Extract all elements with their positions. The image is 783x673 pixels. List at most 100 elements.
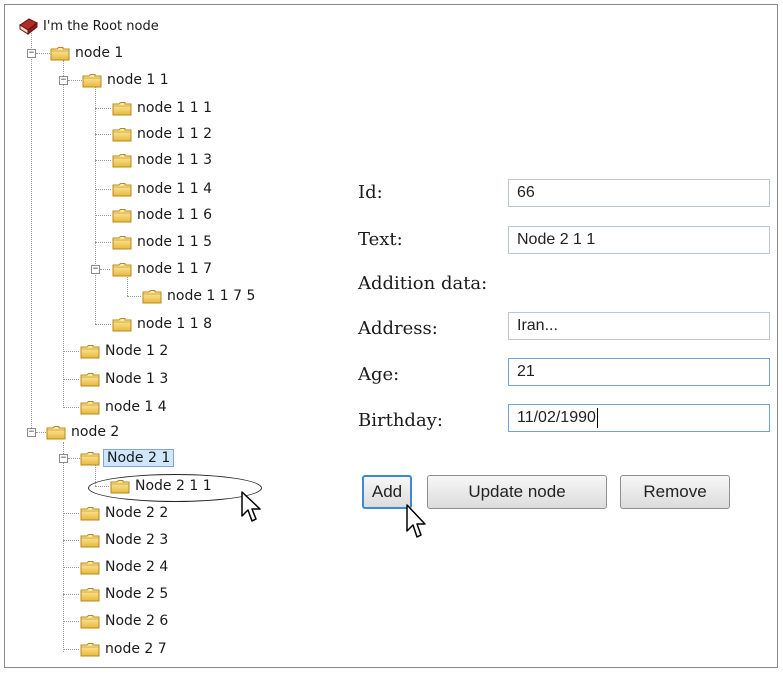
tree-node[interactable]: node 1 1 xyxy=(82,69,171,91)
collapse-toggle[interactable]: − xyxy=(59,454,68,463)
tree-connector xyxy=(95,189,111,190)
update-node-button[interactable]: Update node xyxy=(427,475,607,509)
folder-icon xyxy=(112,235,132,250)
tree-node[interactable]: node 1 4 xyxy=(80,396,169,418)
tree-node-label: node 1 1 1 xyxy=(137,100,213,116)
folder-icon xyxy=(80,533,100,548)
tree-node-label: node 1 1 8 xyxy=(137,316,213,332)
tree-node[interactable]: node 1 xyxy=(50,42,125,64)
tree-connector xyxy=(63,407,79,408)
tree-connector xyxy=(63,567,79,568)
address-value: Iran... xyxy=(517,317,558,334)
collapse-toggle[interactable]: − xyxy=(59,76,68,85)
id-value: 66 xyxy=(517,184,535,201)
folder-icon xyxy=(80,560,100,575)
tree-node-label: node 1 1 2 xyxy=(137,126,213,142)
folder-icon xyxy=(112,182,132,197)
tree-node[interactable]: node 1 1 3 xyxy=(112,149,214,171)
tree-node-label: node 1 1 xyxy=(107,72,169,88)
tree-connector xyxy=(68,458,80,459)
age-label: Age: xyxy=(358,364,400,385)
age-field[interactable]: 21 xyxy=(508,358,770,386)
collapse-toggle[interactable]: − xyxy=(27,49,36,58)
tree-node[interactable]: Node 2 6 xyxy=(80,610,170,632)
highlight-ellipse xyxy=(88,474,262,502)
tree-connector xyxy=(63,379,79,380)
tree-node[interactable]: node 1 1 5 xyxy=(112,231,214,253)
birthday-field[interactable]: 11/02/1990 xyxy=(508,404,770,432)
tree-node[interactable]: Node 2 5 xyxy=(80,583,170,605)
tree-node[interactable]: node 1 1 7 xyxy=(112,258,214,280)
id-field[interactable]: 66 xyxy=(508,179,770,207)
tree-node[interactable]: Node 2 2 xyxy=(80,502,170,524)
tree-node[interactable]: node 2 xyxy=(46,421,121,443)
tree-connector xyxy=(95,86,96,324)
tree-node-selected[interactable]: Node 2 1 xyxy=(80,447,175,469)
mouse-cursor-icon xyxy=(406,504,426,538)
birthday-label: Birthday: xyxy=(358,410,443,431)
birthday-value: 11/02/1990 xyxy=(517,409,596,426)
address-field[interactable]: Iran... xyxy=(508,312,770,340)
tree-node-label: Node 2 5 xyxy=(105,586,169,602)
address-label: Address: xyxy=(358,318,438,339)
tree-node-label: node 2 xyxy=(71,424,120,440)
folder-icon xyxy=(112,262,132,277)
text-caret xyxy=(596,408,598,428)
tree-node[interactable]: Node 1 2 xyxy=(80,340,170,362)
tree-connector xyxy=(100,269,110,270)
tree-connector xyxy=(63,621,79,622)
tree-connector xyxy=(63,351,79,352)
tree-view: − − − − − I'm the Root node node 1 node … xyxy=(0,0,340,673)
tree-node[interactable]: node 1 1 1 xyxy=(112,97,214,119)
tree-node[interactable]: node 1 1 4 xyxy=(112,178,214,200)
folder-icon xyxy=(80,506,100,521)
tree-node-label: node 1 1 7 xyxy=(137,261,213,277)
tree-node-label: Node 2 4 xyxy=(105,559,169,575)
tree-root[interactable]: I'm the Root node xyxy=(18,15,161,37)
folder-icon xyxy=(142,289,162,304)
tree-node[interactable]: Node 2 3 xyxy=(80,529,170,551)
tree-node[interactable]: node 1 1 8 xyxy=(112,313,214,335)
tree-connector xyxy=(63,60,64,408)
tree-node-label: Node 2 3 xyxy=(105,532,169,548)
folder-icon xyxy=(80,614,100,629)
folder-icon xyxy=(50,46,70,61)
folder-icon xyxy=(80,344,100,359)
collapse-toggle[interactable]: − xyxy=(27,428,36,437)
tree-connector xyxy=(95,215,111,216)
id-label: Id: xyxy=(358,182,383,203)
tree-node[interactable]: Node 2 4 xyxy=(80,556,170,578)
mouse-cursor-icon xyxy=(241,491,261,522)
tree-node[interactable]: node 1 1 7 5 xyxy=(142,285,257,307)
folder-icon xyxy=(82,73,102,88)
folder-icon xyxy=(80,400,100,415)
tree-node-label: node 1 1 6 xyxy=(137,207,213,223)
tree-connector xyxy=(31,33,32,432)
tree-connector xyxy=(63,540,79,541)
text-field[interactable]: Node 2 1 1 xyxy=(508,226,770,254)
tree-node-label: Node 2 1 xyxy=(103,449,175,467)
folder-icon xyxy=(80,587,100,602)
collapse-toggle[interactable]: − xyxy=(91,265,100,274)
text-label: Text: xyxy=(358,229,403,250)
tree-node-label: Node 1 2 xyxy=(105,343,169,359)
folder-icon xyxy=(112,317,132,332)
tree-connector xyxy=(36,432,46,433)
tree-connector xyxy=(95,242,111,243)
tree-node[interactable]: node 2 7 xyxy=(80,638,169,660)
tree-node-label: node 1 1 5 xyxy=(137,234,213,250)
tree-node-label: node 1 1 3 xyxy=(137,152,213,168)
folder-icon xyxy=(80,372,100,387)
tree-connector xyxy=(63,649,79,650)
folder-icon xyxy=(112,127,132,142)
addition-data-label: Addition data: xyxy=(358,273,488,294)
age-value: 21 xyxy=(517,363,535,380)
tree-node[interactable]: node 1 1 6 xyxy=(112,204,214,226)
folder-icon xyxy=(112,208,132,223)
tree-node[interactable]: node 1 1 2 xyxy=(112,123,214,145)
remove-button[interactable]: Remove xyxy=(620,475,730,509)
tree-node[interactable]: Node 1 3 xyxy=(80,368,170,390)
tree-connector xyxy=(63,513,79,514)
folder-icon xyxy=(46,425,66,440)
tree-node-label: Node 2 2 xyxy=(105,505,169,521)
